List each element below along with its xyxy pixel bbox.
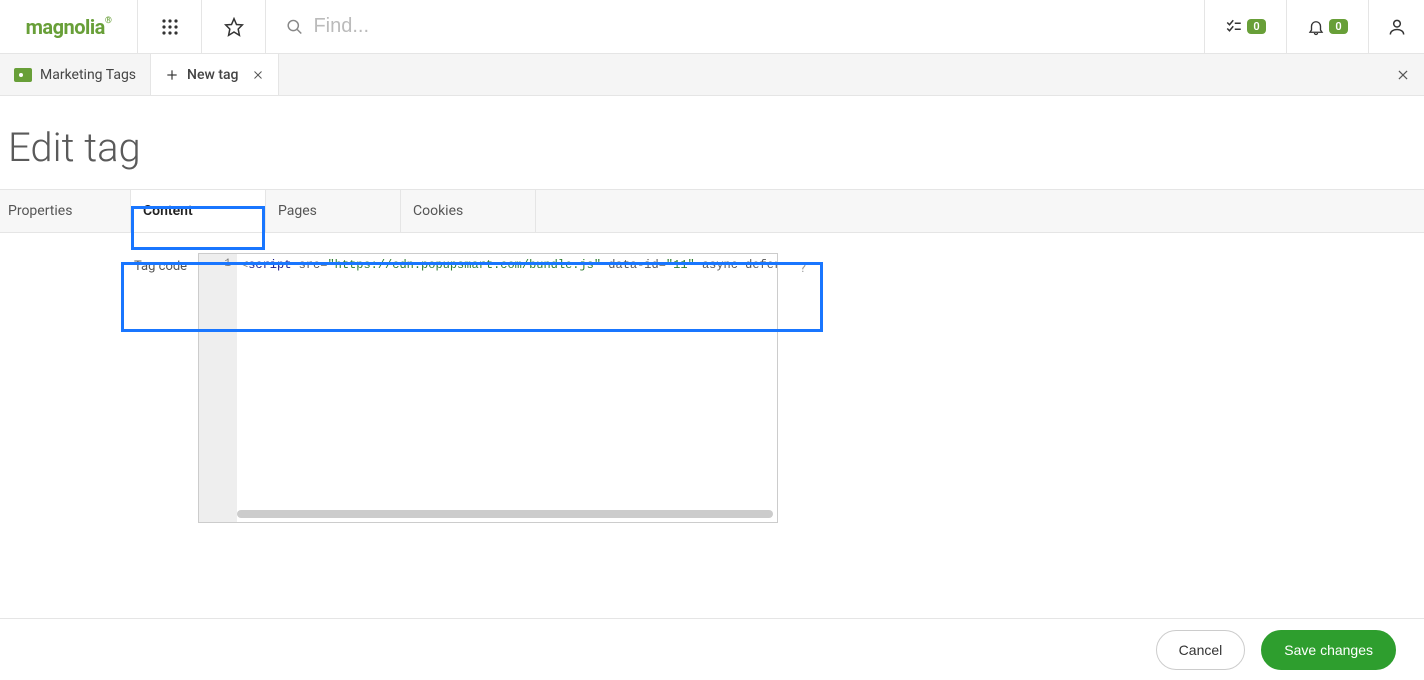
tab-cookies[interactable]: Cookies [401,190,536,232]
tab-pages[interactable]: Pages [266,190,401,232]
content-area: Tag code 1 <script src="https://cdn.popu… [0,233,1424,523]
page-title: Edit tag [0,96,1424,189]
editor-wrap: 1 <script src="https://cdn.popupsmart.co… [198,253,778,523]
plus-icon [165,68,179,82]
search-cell [266,0,1204,53]
tasks-badge: 0 [1247,19,1265,34]
brand-name: magnolia [26,15,105,39]
notifications-button[interactable]: 0 [1286,0,1368,53]
tasks-button[interactable]: 0 [1204,0,1286,53]
favorites-button[interactable] [202,0,266,53]
cancel-label: Cancel [1179,642,1223,658]
breadcrumb-current[interactable]: New tag [151,54,279,95]
brand-text: magnolia® [26,15,112,39]
breadcrumb-root-label: Marketing Tags [40,67,136,83]
code-token: async [702,258,738,272]
search-icon [286,18,303,36]
breadcrumb-root[interactable]: Marketing Tags [0,54,151,95]
breadcrumb-bar: Marketing Tags New tag [0,54,1424,96]
apps-button[interactable] [138,0,202,53]
profile-button[interactable] [1368,0,1424,53]
tab-pages-label: Pages [278,203,317,219]
save-label: Save changes [1284,642,1373,658]
notifications-badge: 0 [1329,19,1347,34]
code-token: src [299,258,321,272]
code-token: defer [745,258,777,272]
cancel-button[interactable]: Cancel [1156,630,1246,670]
tab-content-label: Content [143,203,193,219]
code-token: = [659,258,666,272]
close-icon [1396,68,1410,82]
search-input[interactable] [313,15,1184,38]
code-token: "11" [666,258,695,272]
editor-gutter: 1 [199,254,237,522]
tab-properties[interactable]: Properties [0,190,131,232]
bell-icon [1307,18,1325,36]
code-token: data-id [608,258,658,272]
tab-content[interactable]: Content [131,190,266,232]
tab-properties-label: Properties [8,203,72,219]
apps-icon [161,18,179,36]
brand-reg: ® [105,16,112,26]
close-all-button[interactable] [1396,68,1410,82]
close-icon [252,69,264,81]
save-button[interactable]: Save changes [1261,630,1396,670]
tag-code-label: Tag code [8,253,198,523]
star-icon [224,17,244,37]
tasks-icon [1225,18,1243,36]
editor-scrollbar[interactable] [237,510,773,518]
subtabs: Properties Content Pages Cookies [0,189,1424,233]
tab-cookies-label: Cookies [413,203,463,219]
code-editor[interactable]: 1 <script src="https://cdn.popupsmart.co… [198,253,778,523]
line-number: 1 [224,258,231,270]
breadcrumb-current-label: New tag [187,67,238,83]
close-tab-button[interactable] [252,69,264,81]
help-button[interactable]: ? [800,261,806,276]
code-token: script [248,258,291,272]
footer: Cancel Save changes [0,618,1424,680]
code-area[interactable]: <script src="https://cdn.popupsmart.com/… [237,254,777,522]
code-token: "https://cdn.popupsmart.com/bundle.js" [327,258,601,272]
brand-logo[interactable]: magnolia® [0,0,138,53]
right-icons: 0 0 [1204,0,1424,53]
top-bar: magnolia® 0 0 [0,0,1424,54]
tag-icon [14,68,32,82]
user-icon [1387,17,1407,37]
